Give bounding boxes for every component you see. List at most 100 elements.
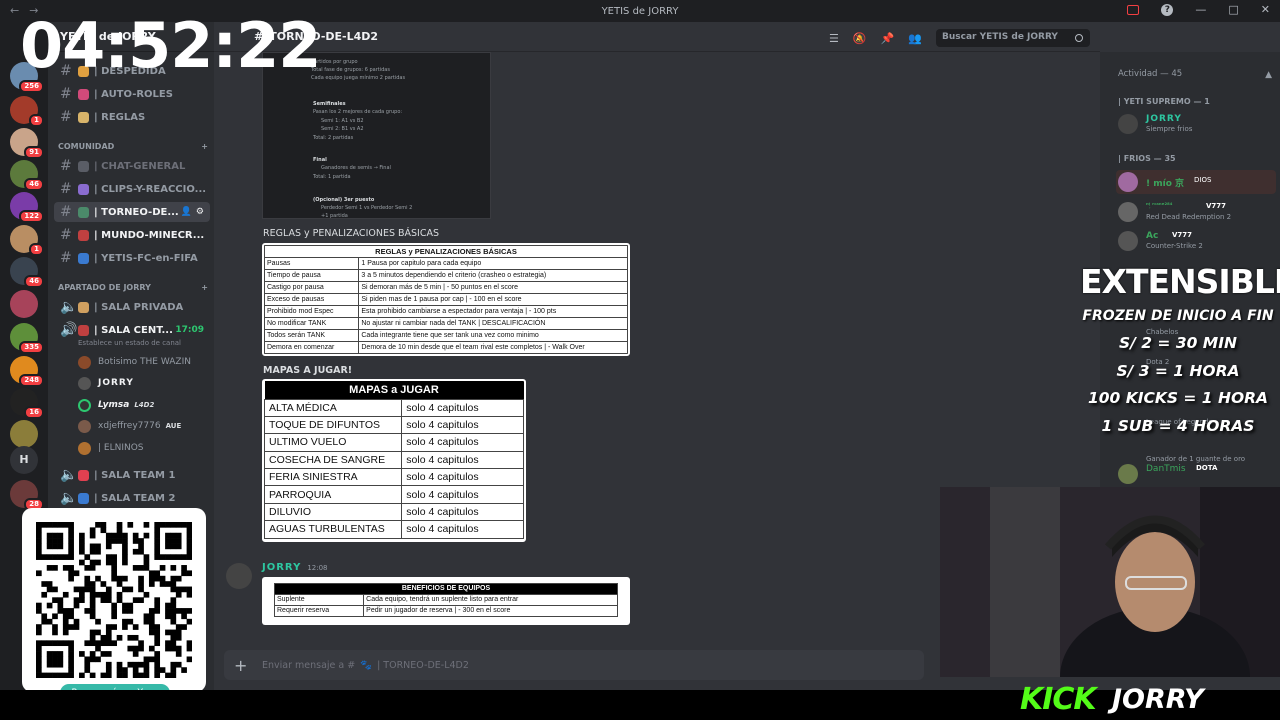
table-row: Castigo por pausa Si demoran más de 5 min…	[264, 281, 628, 294]
mute-bell-icon[interactable]: 🔕	[853, 32, 867, 45]
row-label: Requerir reserva	[273, 605, 365, 617]
benefits-table: BENEFICIOS DE EQUIPOS Suplente Cada equip…	[273, 583, 618, 617]
row-value: Si demoran más de 5 min | - 50 puntos en…	[358, 281, 628, 294]
rules-table: REGLAS y PENALIZACIONES BÁSICAS Pausas 1 …	[264, 245, 628, 354]
message-composer[interactable]: + Enviar mensaje a # 🐾 | TORNEO-DE-L4D2	[224, 650, 924, 680]
server-icon[interactable]: 1	[10, 96, 44, 127]
channel-clips[interactable]: # | CLIPS-Y-REACCIO...	[54, 179, 210, 199]
voice-sala-central[interactable]: 🔊 | SALA CENT... 17:09	[54, 320, 210, 340]
row-value: Cada integrante tiene que ser tank una v…	[358, 329, 628, 342]
voice-user[interactable]: JORRY	[78, 373, 208, 393]
row-label: Tiempo de pausa	[264, 269, 360, 282]
member-item[interactable]: Ac V777 Counter-Strike 2	[1116, 229, 1276, 253]
voice-user[interactable]: Lymsa L4D2	[78, 395, 208, 415]
threads-icon[interactable]: ☰	[829, 32, 839, 45]
unread-badge: 16	[24, 406, 44, 419]
gear-icon[interactable]: ⚙	[196, 207, 204, 217]
table-row: Suplente Cada equipo, tendrá un suplente …	[273, 594, 618, 606]
server-icon[interactable]: 46	[10, 160, 44, 191]
unread-badge: 1	[29, 114, 44, 127]
voice-team-2[interactable]: 🔈 | SALA TEAM 2	[54, 488, 210, 508]
hash-icon: #	[60, 181, 72, 197]
add-channel-icon[interactable]: +	[201, 283, 208, 292]
help-icon[interactable]: ?	[1161, 3, 1174, 16]
channel-minecraft[interactable]: # | MUNDO-MINECR...	[54, 225, 210, 245]
speaker-icon: 🔈	[60, 467, 78, 483]
avatar	[78, 376, 91, 390]
member-item[interactable]: JORRY Siempre frios	[1116, 112, 1276, 136]
server-icon[interactable]: 16	[10, 388, 44, 419]
channel-torneo-selected[interactable]: # | TORNEO-DE... 👤 ⚙	[54, 202, 210, 222]
row-label: AGUAS TURBULENTAS	[264, 520, 403, 539]
channel-emoji-icon: 🐾	[360, 659, 373, 671]
row-value: 3 a 5 minutos dependiendo el criterio (c…	[358, 269, 628, 282]
row-label: No modificar TANK	[264, 317, 360, 330]
maximize-icon[interactable]: □	[1228, 3, 1238, 16]
search-input[interactable]: Buscar YETIS de JORRY	[936, 29, 1090, 47]
server-icon[interactable]: 248	[10, 356, 44, 387]
message-time: 12:08	[307, 564, 328, 572]
pin-icon[interactable]: 📌	[881, 32, 895, 45]
yape-qr-code[interactable]	[22, 508, 206, 692]
add-member-icon[interactable]: 👤	[181, 207, 192, 217]
row-label: DILUVIO	[264, 502, 403, 522]
channel-reglas[interactable]: # | REGLAS	[54, 107, 210, 127]
add-channel-icon[interactable]: +	[201, 142, 208, 151]
inbox-icon[interactable]	[1127, 4, 1140, 15]
server-icon[interactable]: 1	[10, 225, 44, 256]
table-row: ALTA MÉDICA solo 4 capitulos	[264, 398, 524, 417]
plus-icon[interactable]: +	[234, 656, 247, 675]
rules-table-image[interactable]: REGLAS y PENALIZACIONES BÁSICAS Pausas 1 …	[262, 243, 630, 356]
member-item[interactable]: DanTmis DOTA	[1116, 462, 1276, 486]
close-icon[interactable]: ✕	[1261, 3, 1270, 16]
avatar	[1118, 202, 1138, 222]
member-item[interactable]: ! mío 京 DIOS	[1116, 170, 1276, 194]
stream-screen: { "window": {"title": "YETIS de JORRY"},…	[0, 0, 1280, 720]
voice-user[interactable]: Botisimo THE WAZIN	[78, 352, 208, 372]
voice-user[interactable]: xdjeffrey7776 AUE	[78, 416, 208, 436]
rules-heading: REGLAS y PENALIZACIONES BÁSICAS	[263, 228, 440, 239]
channel-emoji-icon	[78, 160, 89, 172]
channel-auto-roles[interactable]: # | AUTO-ROLES	[54, 84, 210, 104]
category-apartado[interactable]: APARTADO DE JORRY +	[58, 283, 208, 292]
maps-table: MAPAS a JUGAR ALTA MÉDICA solo 4 capitulo…	[264, 381, 524, 539]
minimize-icon[interactable]: —	[1195, 3, 1206, 16]
channel-fifa[interactable]: # | YETIS-FC-en-FIFA	[54, 248, 210, 268]
voice-user[interactable]: | ELNINOS	[78, 438, 208, 458]
scroll-up-icon[interactable]: ▲	[1265, 70, 1272, 80]
speaker-icon: 🔈	[60, 299, 78, 315]
author-avatar[interactable]	[226, 563, 252, 589]
maps-table-image[interactable]: MAPAS a JUGAR ALTA MÉDICA solo 4 capitulo…	[262, 379, 526, 542]
voice-status-hint[interactable]: Establece un estado de canal	[78, 339, 181, 347]
server-letter-icon[interactable]: H	[10, 446, 38, 474]
table-row: FERIA SINIESTRA solo 4 capitulos	[264, 468, 524, 487]
table-row: AGUAS TURBULENTAS solo 4 capitulos	[264, 520, 524, 539]
promo-rate: S/ 3 = 1 HORA	[1116, 361, 1240, 380]
activity-label: Actividad — 45	[1118, 69, 1183, 79]
unread-badge: 1	[29, 243, 44, 256]
server-icon[interactable]: 335	[10, 323, 44, 354]
message-author[interactable]: JORRY 12:08	[262, 562, 328, 573]
category-comunidad[interactable]: COMUNIDAD +	[58, 142, 208, 151]
server-icon[interactable]: 91	[10, 128, 44, 159]
channel-emoji-icon	[78, 252, 89, 264]
server-icon[interactable]: 46	[10, 257, 44, 288]
members-icon[interactable]: 👥	[908, 32, 922, 45]
benefits-table-image[interactable]: BENEFICIOS DE EQUIPOS Suplente Cada equip…	[262, 577, 630, 625]
hash-icon: #	[60, 250, 72, 266]
row-label: Demora en comenzar	[264, 341, 360, 354]
channel-emoji-icon	[78, 206, 89, 218]
server-icon[interactable]: 122	[10, 192, 44, 223]
kick-channel-name: JORRY	[1112, 684, 1204, 715]
table-row: ULTIMO VUELO solo 4 capitulos	[264, 433, 524, 452]
voice-team-1[interactable]: 🔈 | SALA TEAM 1	[54, 465, 210, 485]
row-value: solo 4 capitulos	[401, 520, 524, 539]
voice-sala-privada[interactable]: 🔈 | SALA PRIVADA	[54, 297, 210, 317]
server-icon[interactable]: 28	[10, 480, 44, 511]
member-item[interactable]: ⁿᵗ᷊ ʳᶦᵃⁿᵉ²⁸⁴ V777 Red Dead Redemption 2	[1116, 200, 1276, 224]
channel-chat-general[interactable]: # | CHAT-GENERAL	[54, 156, 210, 176]
back-arrow-icon[interactable]: ←	[10, 4, 19, 17]
server-icon[interactable]	[10, 290, 38, 318]
row-label: Todos serán TANK	[264, 329, 360, 342]
server-icon[interactable]	[10, 420, 38, 448]
